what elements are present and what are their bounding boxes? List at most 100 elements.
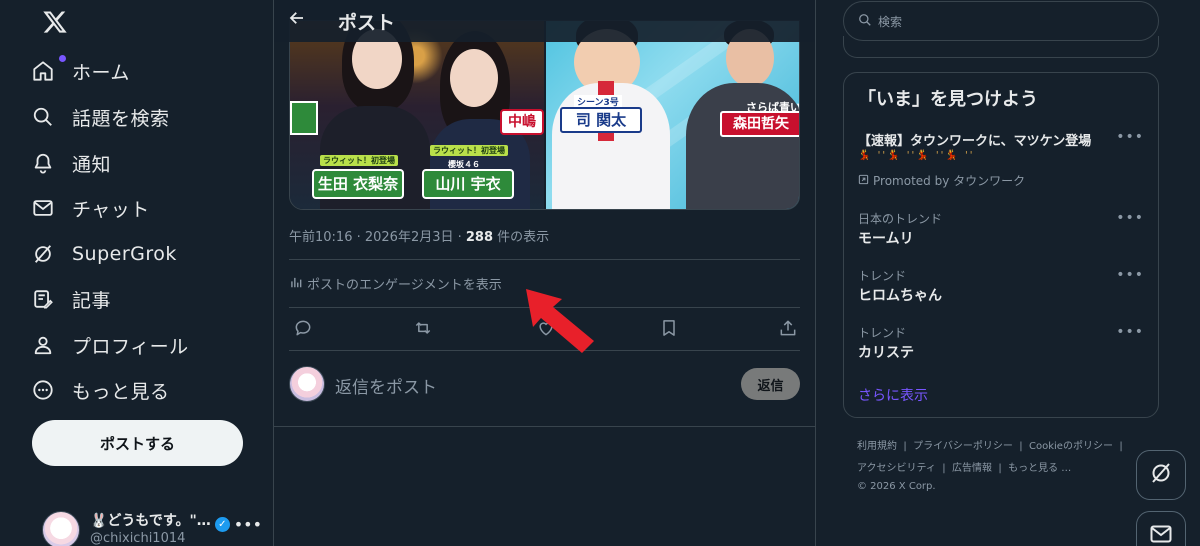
home-icon (32, 60, 54, 82)
copyright: © 2026 X Corp. (857, 481, 936, 492)
promoted-emoji: 💃 ''💃 ''💃 ''💃 '' (858, 150, 975, 161)
search-input[interactable]: 検索 (843, 1, 1159, 41)
divider (289, 259, 800, 260)
nav-home[interactable]: ホーム (32, 49, 130, 93)
caption-tag-2: ラウィット！初登場 (430, 145, 508, 156)
article-icon (32, 288, 54, 310)
trend-category: トレンド (858, 269, 907, 283)
footer-link[interactable]: もっと見る … (1008, 463, 1071, 474)
annotation-arrow-icon (526, 289, 594, 353)
back-arrow-icon[interactable] (288, 9, 306, 32)
more-dots-icon[interactable]: ••• (234, 515, 262, 534)
nav-explore-label: 話題を検索 (72, 107, 170, 130)
trend-category: トレンド (858, 326, 907, 340)
post-media[interactable]: ラウィット！初登場 生田 衣梨奈 ラウィット！初登場 櫻坂４６ 山川 宇衣 中嶋… (289, 20, 800, 210)
nav-articles-label: 記事 (72, 289, 112, 312)
show-more-link[interactable]: さらに表示 (858, 385, 928, 405)
reply-button[interactable]: 返信 (741, 368, 800, 400)
search-icon (858, 12, 872, 31)
promoted-by-text: Promoted by タウンワーク (873, 174, 1026, 188)
bell-icon (32, 152, 54, 174)
footer-link[interactable]: 利用規約 (857, 441, 897, 452)
views-suffix: 件の表示 (493, 230, 550, 245)
analytics-icon (289, 275, 303, 293)
footer-line-2: アクセシビリティ | 広告情報 | もっと見る … (857, 458, 1157, 480)
post-timestamp[interactable]: 午前10:16 · 2026年2月3日 · (289, 230, 466, 245)
page-title: ポスト (338, 12, 396, 34)
bookmark-icon[interactable] (659, 318, 681, 340)
nav-more-label: もっと見る (72, 380, 170, 403)
nav-chat[interactable]: チャット (32, 186, 150, 230)
caption-name-3: 司 関太 (560, 107, 642, 133)
nav-profile[interactable]: プロフィール (32, 323, 189, 367)
caption-name-1: 生田 衣梨奈 (312, 169, 404, 199)
nav-home-label: ホーム (72, 61, 130, 84)
person-face-2 (450, 49, 498, 107)
footer-separator: | (1119, 441, 1123, 452)
post-button[interactable]: ポストする (32, 420, 243, 466)
footer-link[interactable]: 広告情報 (952, 463, 992, 474)
x-logo-icon[interactable] (42, 8, 68, 36)
footer-separator: | (903, 441, 907, 452)
trend-name[interactable]: ヒロムちゃん (858, 285, 942, 305)
reply-composer: 返信をポスト 返信 (289, 362, 800, 408)
main-column: ラウィット！初登場 生田 衣梨奈 ラウィット！初登場 櫻坂４６ 山川 宇衣 中嶋… (274, 0, 816, 546)
account-name: 🐰どうもです。"… ✓ (90, 510, 230, 532)
search-placeholder: 検索 (878, 14, 903, 29)
reply-icon[interactable] (293, 318, 315, 340)
post-header: ポスト (274, 0, 815, 42)
nav-more[interactable]: もっと見る (32, 368, 170, 412)
nav-explore[interactable]: 話題を検索 (32, 95, 170, 139)
trend-category: 日本のトレンド (858, 212, 943, 226)
footer-link[interactable]: プライバシーポリシー (913, 441, 1013, 452)
nav-notifications[interactable]: 通知 (32, 141, 111, 185)
footer-links: 利用規約 | プライバシーポリシー | Cookieのポリシー | アクセシビリ… (857, 436, 1157, 494)
nav-chat-label: チャット (72, 198, 150, 221)
grok-fab[interactable] (1136, 450, 1186, 500)
promoted-title[interactable]: 【速報】タウンワークに、マツケン登場 (858, 130, 1091, 149)
notification-dot (59, 55, 66, 62)
caption-tag-1: ラウィット！初登場 (320, 155, 398, 166)
nav-supergrok-label: SuperGrok (72, 243, 177, 265)
card-edge (843, 36, 1159, 58)
caption-name-4: 森田哲矢 (720, 111, 799, 137)
account-handle: @chixichi1014 (90, 531, 186, 546)
mail-icon (32, 197, 54, 219)
footer-separator: | (1019, 441, 1023, 452)
account-switcher[interactable]: 🐰どうもです。"… ✓ @chixichi1014 ••• (40, 505, 266, 546)
more-circle-icon (32, 379, 54, 401)
trends-card: 「いま」を見つけよう 【速報】タウンワークに、マツケン登場 ••• 💃 ''💃 … (843, 72, 1159, 418)
trend-name[interactable]: モームリ (858, 228, 914, 248)
footer-separator: | (942, 463, 946, 474)
person-icon (32, 334, 54, 356)
more-dots-icon[interactable]: ••• (1116, 267, 1144, 283)
engagement-link-text: ポストのエンゲージメントを表示 (307, 278, 502, 293)
footer-link[interactable]: アクセシビリティ (857, 463, 936, 474)
footer-line-1: 利用規約 | プライバシーポリシー | Cookieのポリシー | (857, 436, 1157, 458)
right-sidebar: 検索 「いま」を見つけよう 【速報】タウンワークに、マツケン登場 ••• 💃 '… (816, 0, 1200, 546)
grok-icon (1149, 461, 1173, 489)
more-dots-icon[interactable]: ••• (1116, 129, 1144, 145)
divider (274, 426, 815, 427)
engagement-link[interactable]: ポストのエンゲージメントを表示 (289, 274, 502, 293)
nav-profile-label: プロフィール (72, 335, 189, 358)
footer-link[interactable]: Cookieのポリシー (1029, 441, 1113, 452)
footer-separator: | (998, 463, 1002, 474)
caption-name-2: 山川 宇衣 (422, 169, 514, 199)
trend-name[interactable]: カリステ (858, 342, 914, 362)
post-image-right[interactable]: シーン3号 司 関太 さらば青い 森田哲矢 (545, 21, 799, 209)
more-dots-icon[interactable]: ••• (1116, 210, 1144, 226)
messages-fab[interactable] (1136, 511, 1186, 546)
partial-caption (290, 101, 318, 135)
reply-input[interactable]: 返信をポスト (335, 373, 437, 398)
share-icon[interactable] (778, 318, 800, 340)
avatar (42, 511, 80, 546)
nav-notifications-label: 通知 (72, 153, 112, 176)
nav-articles[interactable]: 記事 (32, 277, 111, 321)
repost-icon[interactable] (413, 318, 435, 340)
verified-badge-icon: ✓ (214, 517, 230, 532)
more-dots-icon[interactable]: ••• (1116, 324, 1144, 340)
mail-icon (1149, 522, 1173, 546)
nav-supergrok[interactable]: SuperGrok (32, 232, 177, 276)
post-image-left[interactable]: ラウィット！初登場 生田 衣梨奈 ラウィット！初登場 櫻坂４６ 山川 宇衣 中嶋 (290, 21, 544, 209)
